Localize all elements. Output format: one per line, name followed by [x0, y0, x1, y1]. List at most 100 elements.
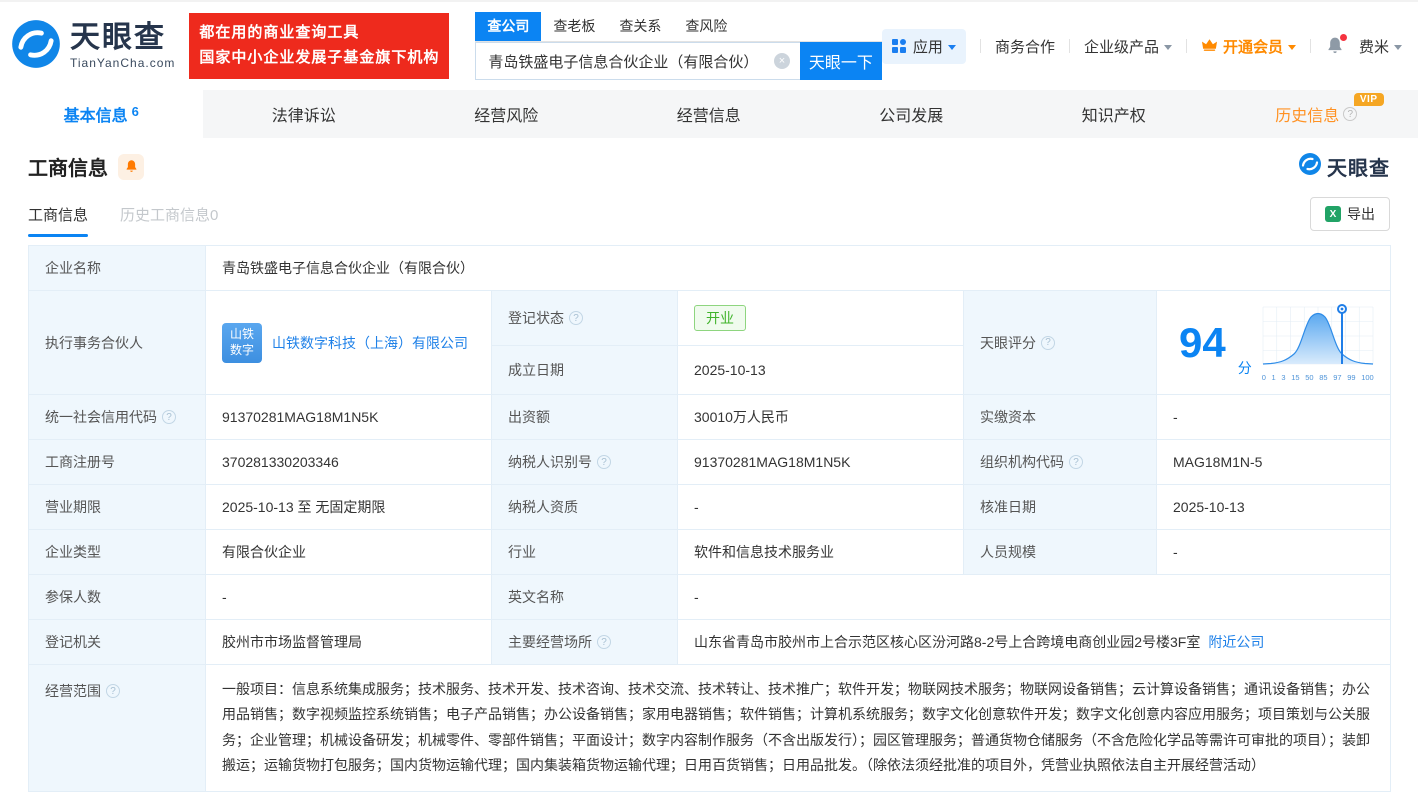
search-input[interactable]: [475, 42, 800, 80]
excel-icon: [1325, 206, 1341, 222]
reg-no-value: 370281330203346: [205, 439, 492, 485]
corner-logo: 天眼查: [1298, 152, 1390, 181]
corner-logo-text: 天眼查: [1327, 158, 1390, 180]
tab-basic-info[interactable]: 基本信息 6: [0, 90, 203, 138]
table-row: 登记机关 胶州市市场监督管理局 主要经营场所 山东省青岛市胶州市上合示范区核心区…: [28, 619, 1391, 665]
avatar-text: 数字: [229, 342, 254, 357]
business-info-table: 企业名称 青岛铁盛电子信息合伙企业（有限合伙） 执行事务合伙人 山铁 数字 山铁…: [28, 245, 1391, 792]
help-icon[interactable]: [569, 311, 583, 326]
search-tabs: 查公司 查老板 查关系 查风险: [475, 12, 882, 42]
staff-size-value: -: [1156, 529, 1391, 575]
search-tab-company[interactable]: 查公司: [475, 12, 542, 41]
main-content: 工商信息 天眼查 工商信息 历史工商信息0 导出: [0, 138, 1418, 792]
company-type-value: 有限合伙企业: [205, 529, 492, 575]
org-code-value: MAG18M1N-5: [1156, 439, 1391, 485]
en-name-label: 英文名称: [491, 574, 678, 620]
search-button[interactable]: 天眼一下: [799, 42, 882, 80]
staff-size-label: 人员规模: [963, 529, 1157, 575]
term-value: 2025-10-13 至 无固定期限: [205, 484, 492, 530]
help-icon[interactable]: [1343, 107, 1358, 121]
tianyancha-logo[interactable]: 天眼查 TianYanCha.com: [10, 18, 175, 75]
tab-operation-risk[interactable]: 经营风险: [405, 90, 608, 138]
brand-slogan: 都在用的商业查询工具 国家中小企业发展子基金旗下机构: [189, 13, 450, 79]
nav-apps[interactable]: 应用: [881, 28, 966, 64]
search-tab-risk[interactable]: 查风险: [673, 12, 739, 41]
crown-icon: [1201, 36, 1218, 57]
help-icon[interactable]: [1069, 455, 1083, 469]
slogan-line2: 国家中小企业发展子基金旗下机构: [199, 49, 440, 66]
authority-label: 登记机关: [28, 619, 206, 665]
nav-enterprise-label: 企业级产品: [1083, 38, 1159, 56]
tab-intellectual-property[interactable]: 知识产权: [1013, 90, 1216, 138]
export-button[interactable]: 导出: [1310, 197, 1390, 231]
company-type-label: 企业类型: [28, 529, 206, 575]
establish-date-value: 2025-10-13: [677, 345, 964, 395]
help-icon[interactable]: [1041, 335, 1055, 350]
nav-cooperation[interactable]: 商务合作: [995, 36, 1055, 57]
score-distribution-chart: 01 3 15 50 85 97 99 100: [1262, 303, 1374, 382]
vip-badge: VIP: [1353, 93, 1384, 106]
table-row: 营业期限 2025-10-13 至 无固定期限 纳税人资质 - 核准日期 202…: [28, 484, 1391, 530]
score-axis-ticks: 01 3 15 50 85 97 99 100: [1261, 373, 1374, 382]
subscribe-bell-icon[interactable]: [118, 153, 144, 180]
top-nav: 应用 商务合作 企业级产品 开通会员 费米: [881, 28, 1402, 64]
partner-avatar[interactable]: 山铁 数字: [222, 322, 262, 363]
partner-company-link[interactable]: 山铁数字科技（上海）有限公司: [272, 333, 468, 353]
industry-value: 软件和信息技术服务业: [677, 529, 964, 575]
taxpayer-quality-value: -: [677, 484, 964, 530]
avatar-text: 山铁: [229, 326, 254, 341]
tab-legal[interactable]: 法律诉讼: [203, 90, 406, 138]
search-area: 查公司 查老板 查关系 查风险 天眼一下: [475, 12, 882, 80]
subtab-history-business-info[interactable]: 历史工商信息0: [120, 204, 218, 237]
address-value: 山东省青岛市胶州市上合示范区核心区汾河路8-2号上合跨境电商创业园2号楼3F室: [694, 634, 1201, 650]
chevron-down-icon: [1394, 44, 1402, 50]
reg-no-label: 工商注册号: [28, 439, 206, 485]
slogan-line1: 都在用的商业查询工具: [199, 24, 360, 42]
executive-partner-label: 执行事务合伙人: [28, 290, 206, 395]
tab-label: 知识产权: [1081, 108, 1146, 125]
uscc-label: 统一社会信用代码: [28, 394, 206, 440]
score-unit: 分: [1237, 360, 1252, 376]
score-value: 94: [1179, 318, 1226, 366]
table-row: 企业类型 有限合伙企业 行业 软件和信息技术服务业 人员规模 -: [28, 529, 1391, 575]
en-name-value: -: [677, 574, 1391, 620]
address-label: 主要经营场所: [491, 619, 678, 665]
help-icon[interactable]: [106, 684, 120, 698]
insured-label: 参保人数: [28, 574, 206, 620]
executive-partner-cell: 山铁 数字 山铁数字科技（上海）有限公司: [205, 290, 492, 395]
help-icon[interactable]: [597, 455, 611, 469]
tab-history-info[interactable]: VIP 历史信息: [1215, 90, 1418, 138]
nav-open-vip[interactable]: 开通会员: [1201, 36, 1296, 57]
search-tab-relation[interactable]: 查关系: [607, 12, 673, 41]
tianyancha-swirl-icon: [10, 18, 62, 75]
clear-search-icon[interactable]: [773, 53, 790, 69]
tab-company-development[interactable]: 公司发展: [810, 90, 1013, 138]
nav-vip-label: 开通会员: [1222, 38, 1283, 56]
table-row: 工商注册号 370281330203346 纳税人识别号 91370281MAG…: [28, 439, 1391, 485]
logo-subtitle: TianYanCha.com: [70, 55, 176, 70]
notification-dot: [1339, 34, 1347, 41]
nav-apps-label: 应用: [912, 38, 943, 56]
notifications-bell-icon[interactable]: [1325, 34, 1347, 56]
nav-user-menu[interactable]: 费米: [1359, 36, 1402, 57]
approval-date-value: 2025-10-13: [1156, 484, 1391, 530]
taxpayer-id-label: 纳税人识别号: [491, 439, 678, 485]
help-icon[interactable]: [597, 635, 611, 649]
chevron-down-icon: [947, 44, 956, 50]
nav-enterprise-products[interactable]: 企业级产品: [1084, 36, 1172, 57]
tab-label: 历史信息: [1275, 108, 1340, 125]
reg-status-cell: 开业: [677, 289, 964, 347]
divider: [1309, 39, 1311, 53]
table-row: 参保人数 - 英文名称 -: [28, 574, 1391, 620]
status-badge: 开业: [694, 305, 746, 332]
capital-label: 出资额: [491, 394, 678, 440]
help-icon[interactable]: [162, 410, 176, 424]
tab-label: 公司发展: [879, 108, 944, 125]
company-name-value: 青岛铁盛电子信息合伙企业（有限合伙）: [205, 245, 1391, 291]
nearby-companies-link[interactable]: 附近公司: [1208, 634, 1264, 650]
divider: [1068, 39, 1070, 53]
subtab-business-info[interactable]: 工商信息: [28, 204, 89, 237]
tab-business-info[interactable]: 经营信息: [608, 90, 811, 138]
search-tab-boss[interactable]: 查老板: [541, 12, 607, 41]
reg-status-label: 登记状态: [491, 289, 678, 347]
